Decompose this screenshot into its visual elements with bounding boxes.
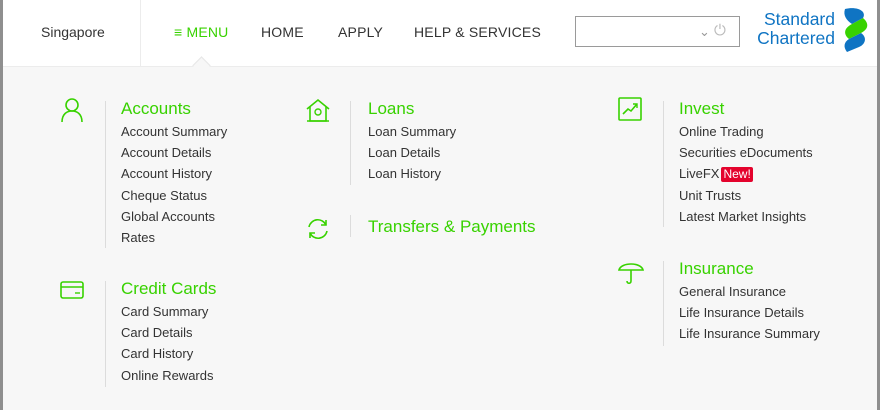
menu-item-unit-trusts[interactable]: Unit Trusts — [679, 185, 813, 206]
page-frame: Singapore ≡ MENU HOME APPLY HELP & SERVI… — [3, 0, 877, 410]
menu-item-account-summary[interactable]: Account Summary — [121, 121, 227, 142]
top-navigation: Singapore ≡ MENU HOME APPLY HELP & SERVI… — [3, 0, 877, 75]
menu-item-loan-history[interactable]: Loan History — [368, 163, 456, 184]
logo-line-2: Chartered — [757, 28, 835, 48]
divider — [140, 0, 141, 66]
loans-list: Loan Summary Loan Details Loan History — [368, 121, 456, 185]
insurance-title[interactable]: Insurance — [679, 259, 754, 279]
menu-button[interactable]: ≡ MENU — [174, 24, 228, 40]
divider — [663, 101, 664, 227]
menu-item-card-summary[interactable]: Card Summary — [121, 301, 214, 322]
transfers-title[interactable]: Transfers & Payments — [368, 217, 536, 237]
logo-line-1: Standard — [763, 9, 835, 29]
logo-wordmark[interactable]: Standard Chartered — [753, 10, 835, 48]
menu-item-securities-edocuments[interactable]: Securities eDocuments — [679, 142, 813, 163]
menu-item-livefx[interactable]: LiveFX New! — [679, 163, 813, 184]
menu-item-account-details[interactable]: Account Details — [121, 142, 227, 163]
divider — [105, 101, 106, 248]
chart-icon — [618, 97, 642, 121]
divider — [350, 215, 351, 237]
invest-title[interactable]: Invest — [679, 99, 724, 119]
menu-item-rates[interactable]: Rates — [121, 227, 227, 248]
menu-item-card-history[interactable]: Card History — [121, 343, 214, 364]
account-select[interactable]: ⌄ ⏻ — [575, 16, 740, 47]
menu-item-latest-market-insights[interactable]: Latest Market Insights — [679, 206, 813, 227]
chevron-down-icon: ⌄ — [699, 24, 710, 39]
menu-item-loan-details[interactable]: Loan Details — [368, 142, 456, 163]
invest-list: Online Trading Securities eDocuments Liv… — [679, 121, 813, 227]
menu-item-card-details[interactable]: Card Details — [121, 322, 214, 343]
user-icon — [61, 98, 83, 123]
menu-item-global-accounts[interactable]: Global Accounts — [121, 206, 227, 227]
transfer-icon — [308, 219, 328, 239]
accounts-list: Account Summary Account Details Account … — [121, 121, 227, 248]
card-icon — [60, 281, 84, 299]
livefx-label: LiveFX — [679, 166, 720, 182]
divider — [350, 101, 351, 185]
region-link[interactable]: Singapore — [41, 24, 105, 40]
menu-item-life-insurance-details[interactable]: Life Insurance Details — [679, 302, 820, 323]
divider — [663, 261, 664, 346]
umbrella-icon — [618, 263, 644, 285]
loans-title[interactable]: Loans — [368, 99, 414, 119]
menu-item-online-rewards[interactable]: Online Rewards — [121, 365, 214, 386]
menu-item-account-history[interactable]: Account History — [121, 163, 227, 184]
insurance-list: General Insurance Life Insurance Details… — [679, 281, 820, 345]
logo-mark-icon — [844, 8, 868, 52]
menu-item-life-insurance-summary[interactable]: Life Insurance Summary — [679, 323, 820, 344]
power-icon[interactable]: ⏻ — [714, 22, 726, 39]
accounts-title[interactable]: Accounts — [121, 99, 191, 119]
nav-home[interactable]: HOME — [261, 24, 304, 40]
nav-apply[interactable]: APPLY — [338, 24, 383, 40]
credit-cards-list: Card Summary Card Details Card History O… — [121, 301, 214, 386]
nav-help-services[interactable]: HELP & SERVICES — [414, 24, 541, 40]
house-icon — [306, 98, 330, 122]
divider — [105, 281, 106, 387]
menu-item-general-insurance[interactable]: General Insurance — [679, 281, 820, 302]
menu-item-loan-summary[interactable]: Loan Summary — [368, 121, 456, 142]
mega-menu-panel: Accounts Account Summary Account Details… — [3, 67, 877, 410]
new-badge: New! — [721, 167, 753, 183]
menu-item-cheque-status[interactable]: Cheque Status — [121, 185, 227, 206]
menu-item-online-trading[interactable]: Online Trading — [679, 121, 813, 142]
credit-cards-title[interactable]: Credit Cards — [121, 279, 216, 299]
